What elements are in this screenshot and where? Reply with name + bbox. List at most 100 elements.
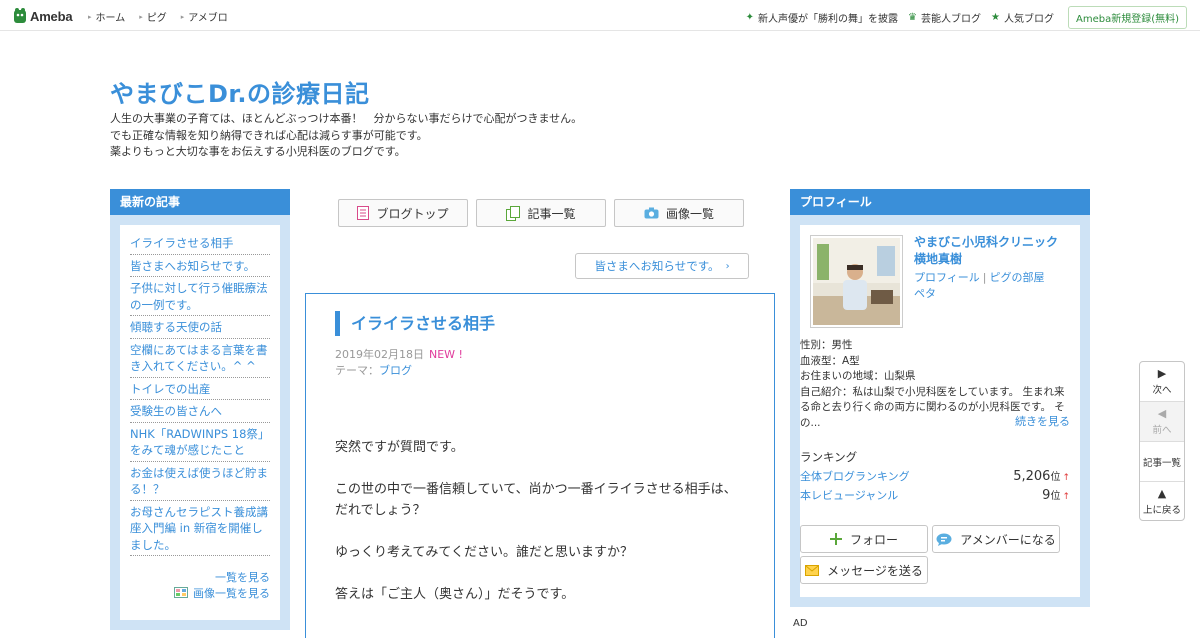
article-body: 突然ですが質問です。 この世の中で一番信頼していて、尚かつ一番イライラさせる相手… xyxy=(335,437,747,626)
profile-blood-type: 血液型：A型 xyxy=(800,354,860,367)
recent-post-item[interactable]: 子供に対して行う催眠療法の一例です。 xyxy=(130,277,270,316)
ranking-row: 全体ブログランキング 5,206位 ↑ xyxy=(800,468,1070,484)
ameba-logo-icon xyxy=(14,8,26,23)
envelope-icon xyxy=(805,564,820,576)
amember-label: アメンバーになる xyxy=(960,532,1056,547)
ranking-label[interactable]: 本レビュージャンル xyxy=(800,487,898,503)
popular-blog-link[interactable]: ★ 人気ブログ xyxy=(991,10,1054,25)
trend-up-icon: ↑ xyxy=(1062,492,1070,502)
profile-photo[interactable] xyxy=(810,235,903,328)
nav-pigg[interactable]: ▸ ピグ xyxy=(139,9,167,25)
recent-post-item[interactable]: トイレでの出産 xyxy=(130,378,270,400)
chevron-right-icon: › xyxy=(725,260,730,272)
recent-post-item[interactable]: 皆さまへお知らせです。 xyxy=(130,255,270,277)
ranking-unit: 位 xyxy=(1050,472,1061,483)
profile-box: やまびこ小児科クリニック 横地真樹 プロフィール | ピグの部屋 ペタ 性別：男性 … xyxy=(800,225,1080,597)
new-badge: NEW ! xyxy=(429,348,463,361)
blog-description: 人生の大事業の子育ては、ほとんどぶっつけ本番！ 分からない事だらけで心配がつきま… xyxy=(110,111,582,161)
nav-ameblo[interactable]: ▸ アメブロ xyxy=(180,9,228,25)
recent-post-item[interactable]: 受験生の皆さんへ xyxy=(130,400,270,423)
recent-posts-box: イライラさせる相手 皆さまへお知らせです。 子供に対して行う催眠療法の一例です。… xyxy=(120,225,280,620)
celebrity-blog-label: 芸能人ブログ xyxy=(921,14,982,25)
trend-up-icon: ↑ xyxy=(1062,473,1070,483)
ranking-value: 5,206 xyxy=(1013,469,1051,484)
blog-title[interactable]: やまびこDr.の診療日記 xyxy=(110,74,369,109)
profile-links: プロフィール | ピグの部屋 ペタ xyxy=(914,270,1074,302)
ranking-unit: 位 xyxy=(1050,491,1061,502)
view-image-list-link[interactable]: 画像一覧を見る xyxy=(174,587,270,600)
caret-right-icon: ▸ xyxy=(180,12,185,21)
read-more-link[interactable]: 続きを見る xyxy=(1015,413,1070,429)
image-list-icon xyxy=(174,587,188,598)
recent-posts-footer: 一覧を見る 画像一覧を見る xyxy=(130,570,270,602)
article-date: 2019年02月18日 xyxy=(335,348,424,361)
float-article-list-button[interactable]: 記事一覧 xyxy=(1140,442,1184,482)
next-label: 次へ xyxy=(1152,384,1172,396)
next-entry-link[interactable]: 皆さまへお知らせです。 › xyxy=(575,253,749,279)
recent-post-item[interactable]: 傾聴する天使の話 xyxy=(130,316,270,339)
profile-photo-image xyxy=(813,238,900,325)
nav-home-label: ホーム xyxy=(95,13,126,24)
nav-ameblo-label: アメブロ xyxy=(188,13,228,24)
profile-panel: プロフィール やまびこ小児科クリニック 横地真樹 プロフィール | ピグの部屋 ペタ… xyxy=(790,189,1090,607)
article-title[interactable]: イライラさせる相手 xyxy=(335,311,495,336)
play-right-icon: ▶ xyxy=(1157,366,1167,380)
top-right-links: ✦ 新人声優が「勝利の舞」を披露 ♛ 芸能人ブログ ★ 人気ブログ Ameba新規登録… xyxy=(746,6,1187,29)
recent-post-item[interactable]: 空欄にあてはまる言葉を書き入れてください。^ ^ xyxy=(130,339,270,378)
view-list-link[interactable]: 一覧を見る xyxy=(215,571,270,584)
camera-icon xyxy=(644,207,659,219)
article-list-button[interactable]: 記事一覧 xyxy=(476,199,606,227)
back-to-top-label: 上に戻る xyxy=(1142,505,1181,516)
topic-link[interactable]: ✦ 新人声優が「勝利の舞」を披露 xyxy=(746,10,898,25)
amember-button[interactable]: アメンバーになる xyxy=(932,525,1060,553)
recent-post-item[interactable]: イライラさせる相手 xyxy=(130,233,270,255)
nav-pigg-label: ピグ xyxy=(146,13,167,24)
caret-right-icon: ▸ xyxy=(88,12,92,21)
article-paragraph: ゆっくり考えてみてください。誰だと思いますか？ xyxy=(335,545,633,560)
blog-desc-line: 薬よりもっと大切な事をお伝えする小児科医のブログです。 xyxy=(110,145,406,158)
top-nav: ▸ ホーム ▸ ピグ ▸ アメブロ xyxy=(88,9,242,25)
peta-link[interactable]: ペタ xyxy=(914,287,936,300)
follow-button[interactable]: フォロー xyxy=(800,525,928,553)
follow-label: フォロー xyxy=(849,532,898,547)
recent-post-item[interactable]: お母さんセラピスト養成講座入門編 in 新宿を開催しました。 xyxy=(130,501,270,556)
blog-top-button[interactable]: ブログトップ xyxy=(338,199,468,227)
next-button[interactable]: ▶ 次へ xyxy=(1140,362,1184,402)
document-icon xyxy=(357,206,370,220)
logo-text: Ameba xyxy=(30,8,73,24)
pigg-room-link[interactable]: ピグの部屋 xyxy=(990,271,1045,284)
theme-link[interactable]: ブログ xyxy=(379,364,412,377)
blog-desc-line: 人生の大事業の子育ては、ほとんどぶっつけ本番！ 分からない事だらけで心配がつきま… xyxy=(110,112,583,125)
popular-blog-label: 人気ブログ xyxy=(1003,14,1054,25)
float-article-list-label: 記事一覧 xyxy=(1142,457,1181,469)
caret-right-icon: ▸ xyxy=(139,12,143,21)
star-icon: ★ xyxy=(991,12,1000,23)
profile-heading: プロフィール xyxy=(790,189,1090,215)
profile-region: お住まいの地域：山梨県 xyxy=(800,370,916,382)
article-meta: 2019年02月18日 NEW ! テーマ：ブログ xyxy=(335,347,463,379)
signup-button[interactable]: Ameba新規登録(無料) xyxy=(1067,6,1187,29)
sparkle-icon: ✦ xyxy=(745,12,755,23)
celebrity-blog-link[interactable]: ♛ 芸能人ブログ xyxy=(908,10,981,25)
prev-button[interactable]: ◀ 前へ xyxy=(1140,402,1184,442)
recent-post-item[interactable]: NHK「RADWINPS 18祭」をみて魂が感じたこと xyxy=(130,423,270,462)
image-list-button[interactable]: 画像一覧 xyxy=(614,199,744,227)
article-paragraph: 答えは「ご主人（奥さん）」だそうです。 xyxy=(335,587,575,602)
floating-nav: ▶ 次へ ◀ 前へ 記事一覧 ▲ 上に戻る xyxy=(1139,361,1185,521)
profile-link[interactable]: プロフィール xyxy=(914,271,980,284)
back-to-top-button[interactable]: ▲ 上に戻る xyxy=(1140,482,1184,522)
nav-home[interactable]: ▸ ホーム xyxy=(88,9,126,25)
documents-icon xyxy=(506,205,521,221)
topic-link-label: 新人声優が「勝利の舞」を披露 xyxy=(758,14,899,25)
ranking-heading: ランキング xyxy=(800,450,858,464)
recent-posts-list: イライラさせる相手 皆さまへお知らせです。 子供に対して行う催眠療法の一例です。… xyxy=(130,233,270,556)
ranking-label[interactable]: 全体ブログランキング xyxy=(800,468,910,484)
recent-post-item[interactable]: お金は使えば使うほど貯まる！？ xyxy=(130,462,270,501)
next-entry-label: 皆さまへお知らせです。 xyxy=(594,259,720,273)
image-list-label: 画像一覧 xyxy=(665,206,714,221)
ameba-logo[interactable]: Ameba xyxy=(13,7,73,25)
profile-name[interactable]: やまびこ小児科クリニック 横地真樹 xyxy=(914,234,1074,268)
send-message-button[interactable]: メッセージを送る xyxy=(800,556,928,584)
speech-bubble-icon xyxy=(936,533,952,546)
crown-icon: ♛ xyxy=(908,12,918,23)
